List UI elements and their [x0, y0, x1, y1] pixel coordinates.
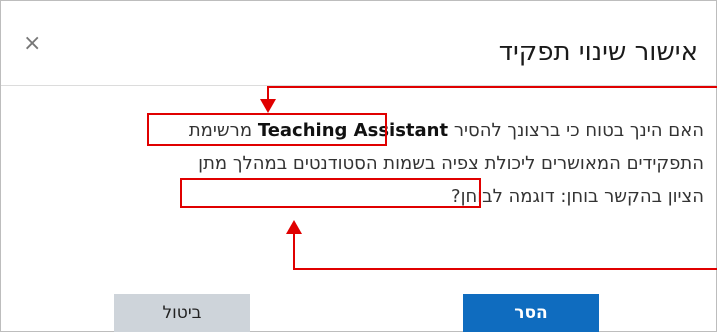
role-change-dialog: אישור שינוי תפקיד × האם הינך בטוח כי ברצ…: [0, 0, 717, 332]
close-icon[interactable]: ×: [23, 33, 41, 55]
annotation-line-bottom-horizontal: [293, 268, 717, 270]
cancel-button[interactable]: ביטול: [114, 294, 250, 332]
capability-highlight: [180, 178, 481, 208]
annotation-line-top-vertical: [267, 86, 269, 100]
dialog-title: אישור שינוי תפקיד: [498, 37, 698, 67]
annotation-arrow-down: [260, 99, 276, 113]
annotation-line-bottom-vertical: [293, 233, 295, 270]
body-line-2: התפקידים המאושרים ליכולת צפיה בשמות הסטו…: [14, 147, 704, 180]
capability-name: ליכולת צפיה בשמות הסטודנטים: [292, 153, 536, 174]
role-name-highlight: [147, 113, 387, 146]
annotation-line-top-horizontal: [268, 86, 717, 88]
body-line-2-suffix: במהלך מתן: [198, 153, 288, 174]
remove-button[interactable]: הסר: [463, 294, 599, 332]
annotation-arrow-up: [286, 220, 302, 234]
dialog-header: אישור שינוי תפקיד ×: [1, 1, 716, 86]
body-line-1-prefix: האם הינך בטוח כי ברצונך להסיר: [453, 120, 704, 141]
body-line-2-prefix: התפקידים המאושרים: [541, 153, 704, 174]
